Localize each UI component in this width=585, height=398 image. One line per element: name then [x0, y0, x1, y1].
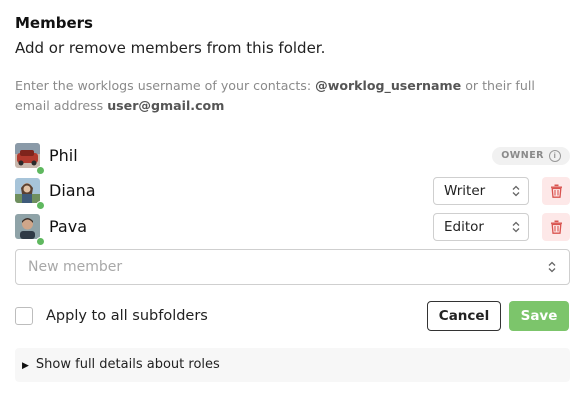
roles-details-toggle[interactable]: ▶ Show full details about roles	[15, 348, 570, 382]
delete-member-button[interactable]	[542, 213, 570, 241]
avatar	[15, 178, 45, 210]
hint-username-example: @worklog_username	[315, 78, 462, 93]
member-name: Phil	[49, 146, 78, 165]
role-select[interactable]: Writer	[433, 177, 529, 205]
trash-icon	[550, 184, 562, 198]
member-name: Pava	[49, 217, 88, 236]
member-row-phil: Phil OWNER i	[15, 142, 570, 175]
role-select-value: Writer	[444, 183, 486, 199]
new-member-placeholder: New member	[28, 259, 123, 275]
chevron-updown-icon	[512, 178, 520, 204]
hint-email-example: user@gmail.com	[107, 98, 225, 113]
online-status-dot	[36, 201, 45, 210]
avatar	[15, 143, 45, 175]
section-title: Members	[15, 14, 93, 32]
roles-details-label: Show full details about roles	[35, 357, 220, 372]
apply-subfolders-label[interactable]: Apply to all subfolders	[46, 308, 208, 324]
members-panel: Members Add or remove members from this …	[0, 0, 585, 398]
owner-badge-label: OWNER	[501, 150, 544, 161]
user-avatar-icon	[15, 214, 40, 239]
new-member-input[interactable]: New member	[15, 249, 570, 285]
delete-member-button[interactable]	[542, 177, 570, 205]
triangle-right-icon: ▶	[22, 361, 29, 371]
chevron-updown-icon	[548, 250, 556, 284]
trash-icon	[550, 220, 562, 234]
avatar	[15, 214, 45, 246]
apply-subfolders-row: Apply to all subfolders	[15, 305, 208, 327]
apply-subfolders-checkbox[interactable]	[15, 307, 33, 325]
user-avatar-icon	[15, 178, 40, 203]
hint-prefix: Enter the worklogs username of your cont…	[15, 78, 316, 93]
role-select[interactable]: Editor	[433, 213, 529, 241]
chevron-updown-icon	[512, 214, 520, 240]
section-subtitle: Add or remove members from this folder.	[15, 39, 326, 57]
owner-badge: OWNER i	[492, 147, 570, 165]
member-name: Diana	[49, 181, 96, 200]
username-hint: Enter the worklogs username of your cont…	[15, 76, 560, 116]
online-status-dot	[36, 237, 45, 246]
cancel-button[interactable]: Cancel	[427, 301, 501, 331]
online-status-dot	[36, 166, 45, 175]
user-avatar-icon	[15, 143, 40, 168]
info-icon[interactable]: i	[549, 150, 561, 162]
member-row-diana: Diana Writer	[15, 177, 570, 210]
save-button[interactable]: Save	[509, 301, 569, 331]
member-row-pava: Pava Editor	[15, 213, 570, 246]
role-select-value: Editor	[444, 219, 484, 235]
